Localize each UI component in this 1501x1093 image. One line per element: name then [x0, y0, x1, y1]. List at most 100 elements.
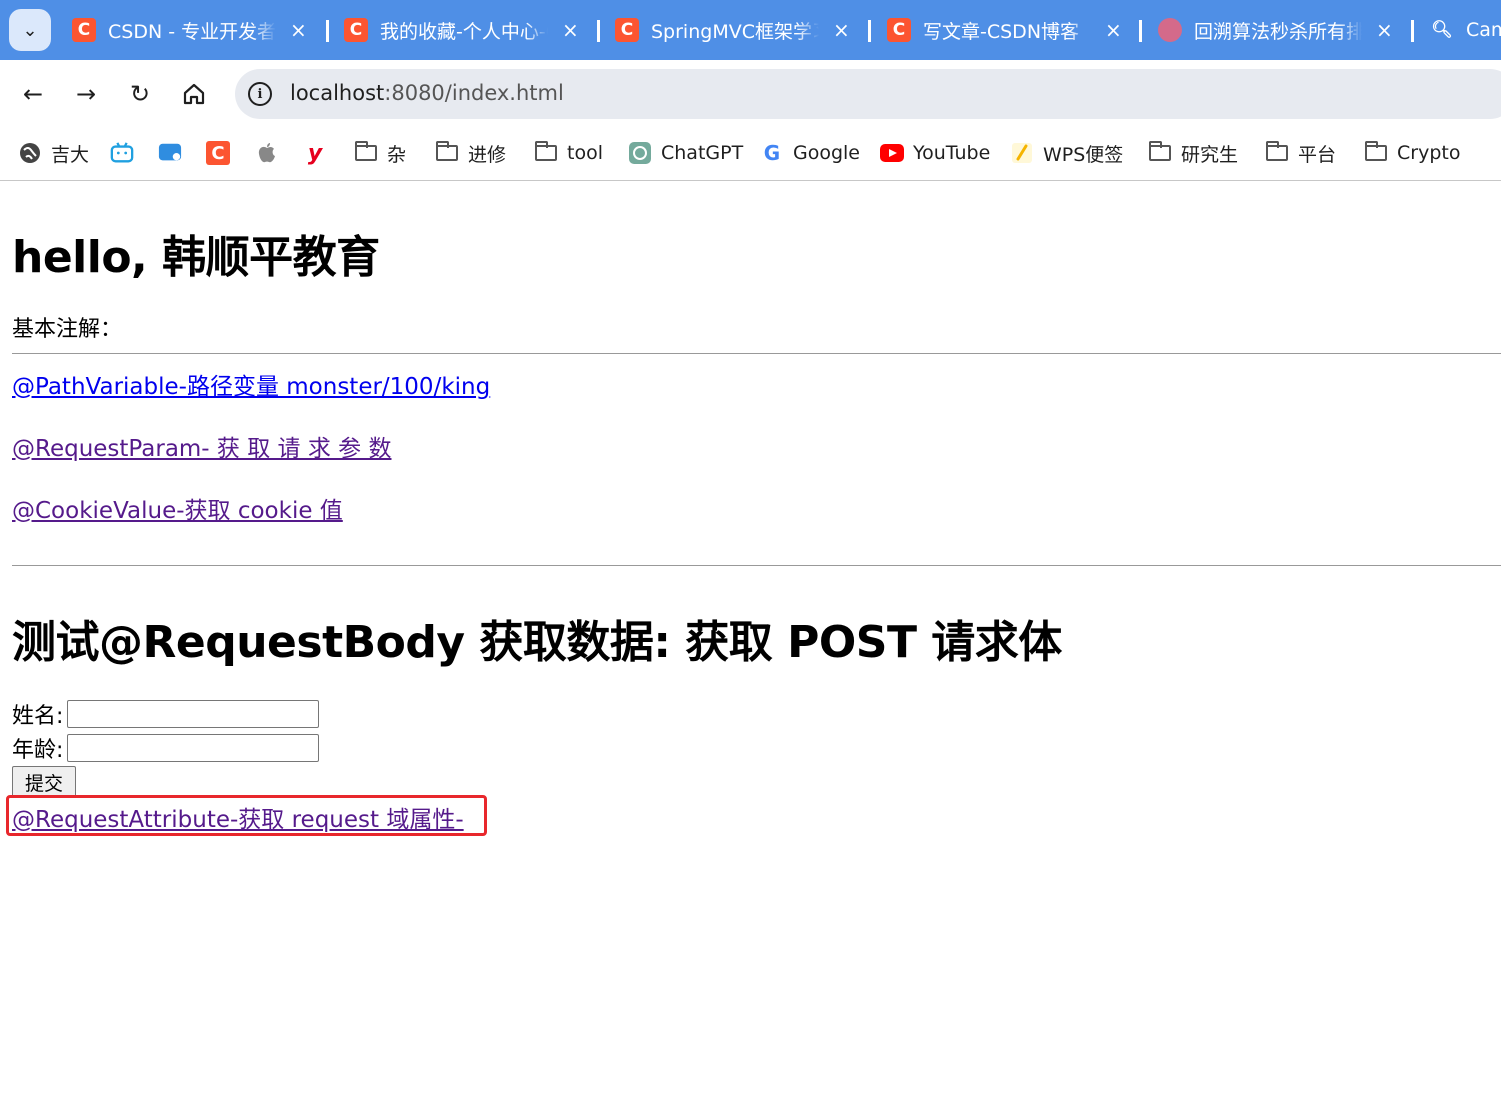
- csdn-favicon-icon: C: [615, 18, 639, 42]
- browser-toolbar: ← → ↻ i localhost:8080/index.html: [0, 60, 1501, 128]
- youtube-icon: [880, 141, 904, 165]
- tab-title: 写文章-CSDN博客: [923, 16, 1091, 44]
- chat-icon: [158, 141, 182, 165]
- close-icon[interactable]: ×: [562, 18, 579, 42]
- tab-title: 回溯算法秒杀所有排列: [1194, 16, 1362, 44]
- bookmark-chatgpt[interactable]: ChatGPT: [628, 138, 743, 168]
- section-title: 测试@RequestBody 获取数据: 获取 POST 请求体: [12, 617, 1062, 668]
- arrow-right-icon: →: [75, 80, 97, 108]
- bookmark-folder-study[interactable]: 进修: [435, 138, 506, 168]
- tab-cambly[interactable]: 🔍︎ Cambly: [1430, 10, 1501, 50]
- bookmark-google[interactable]: G Google: [760, 138, 860, 168]
- close-icon[interactable]: ×: [1105, 18, 1122, 42]
- basic-annotations-label: 基本注解：: [12, 317, 123, 342]
- link-requestparam[interactable]: @RequestParam- 获 取 请 求 参 数: [12, 429, 391, 463]
- search-icon: 🔍︎: [1431, 20, 1453, 40]
- csdn-icon: C: [206, 141, 230, 165]
- tab-search-button[interactable]: ⌄: [9, 9, 51, 51]
- folder-icon: [1265, 141, 1289, 165]
- tab-csdn[interactable]: C CSDN - 专业开发者社区 ×: [72, 10, 307, 50]
- page-title: hello, 韩顺平教育: [12, 232, 380, 283]
- close-icon[interactable]: ×: [290, 18, 307, 42]
- google-icon: G: [763, 141, 781, 165]
- folder-icon: [354, 141, 378, 165]
- url-path: :8080/index.html: [384, 81, 564, 105]
- url-host: localhost: [290, 81, 385, 105]
- bookmark-folder-tool[interactable]: tool: [534, 138, 603, 168]
- tab-title: 我的收藏-个人中心-CSDN: [380, 16, 548, 44]
- youdao-icon: y: [307, 140, 323, 166]
- bookmark-apple[interactable]: [255, 138, 288, 168]
- bilibili-icon: [110, 141, 134, 165]
- age-label: 年龄:: [12, 738, 64, 763]
- folder-icon: [534, 141, 558, 165]
- tab-backtracking[interactable]: 回溯算法秒杀所有排列 ×: [1158, 10, 1393, 50]
- forward-button[interactable]: →: [66, 74, 106, 114]
- bookmark-label: tool: [567, 142, 603, 164]
- folder-icon: [435, 141, 459, 165]
- bookmark-wps[interactable]: WPS便签: [1010, 138, 1123, 168]
- bookmark-folder-platform[interactable]: 平台: [1265, 138, 1336, 168]
- apple-icon: [255, 141, 279, 165]
- bookmark-bilibili[interactable]: [110, 138, 143, 168]
- bookmark-label: WPS便签: [1043, 143, 1124, 166]
- age-input[interactable]: [67, 734, 320, 762]
- tab-separator: [1139, 20, 1142, 42]
- tab-title: Cambly: [1466, 19, 1501, 41]
- algo-favicon-icon: [1158, 18, 1182, 42]
- chevron-down-icon: ⌄: [22, 19, 38, 41]
- tab-favorites[interactable]: C 我的收藏-个人中心-CSDN ×: [344, 10, 579, 50]
- address-bar[interactable]: i localhost:8080/index.html: [235, 69, 1501, 119]
- back-button[interactable]: ←: [13, 74, 53, 114]
- bookmark-folder-grad[interactable]: 研究生: [1148, 138, 1238, 168]
- bookmark-folder-crypto[interactable]: Crypto: [1364, 138, 1460, 168]
- bookmark-folder-misc[interactable]: 杂: [354, 138, 406, 168]
- tab-separator: [597, 20, 600, 42]
- folder-icon: [1148, 141, 1172, 165]
- bookmark-label: Crypto: [1397, 142, 1461, 164]
- tab-strip: ⌄ C CSDN - 专业开发者社区 × C 我的收藏-个人中心-CSDN × …: [0, 0, 1501, 60]
- bookmark-chat[interactable]: [158, 138, 191, 168]
- tab-write-article[interactable]: C 写文章-CSDN博客 ×: [887, 10, 1122, 50]
- chatgpt-icon: [628, 141, 652, 165]
- csdn-favicon-icon: C: [344, 18, 368, 42]
- bookmark-label: ChatGPT: [661, 142, 744, 164]
- home-icon: [183, 83, 205, 105]
- folder-icon: [1364, 141, 1388, 165]
- bookmark-label: YouTube: [913, 142, 991, 164]
- csdn-favicon-icon: C: [72, 18, 96, 42]
- address-url[interactable]: localhost:8080/index.html: [290, 81, 564, 105]
- wps-icon: [1010, 141, 1034, 165]
- csdn-favicon-icon: C: [887, 18, 911, 42]
- tab-springmvc[interactable]: C SpringMVC框架学习 ×: [615, 10, 850, 50]
- tab-separator: [326, 20, 329, 42]
- bookmarks-bar: 吉大 C y 杂 进修 tool ChatGPT G Google YouTub…: [0, 128, 1501, 181]
- highlight-box: [6, 795, 487, 836]
- arrow-left-icon: ←: [22, 80, 44, 108]
- tab-separator: [868, 20, 871, 42]
- link-pathvariable[interactable]: @PathVariable-路径变量 monster/100/king: [12, 367, 490, 401]
- bookmark-jilin[interactable]: 吉大: [18, 138, 89, 168]
- name-row: 姓名:: [12, 698, 320, 730]
- reload-button[interactable]: ↻: [120, 74, 160, 114]
- name-input[interactable]: [67, 700, 320, 728]
- close-icon[interactable]: ×: [1376, 18, 1393, 42]
- tab-title: SpringMVC框架学习: [651, 16, 819, 44]
- submit-button[interactable]: 提交: [12, 766, 76, 798]
- close-icon[interactable]: ×: [833, 18, 850, 42]
- name-label: 姓名:: [12, 704, 64, 729]
- bookmark-csdn[interactable]: C: [206, 138, 239, 168]
- bookmark-label: 进修: [468, 143, 507, 166]
- link-cookievalue[interactable]: @CookieValue-获取 cookie 值: [12, 491, 343, 525]
- home-button[interactable]: [174, 74, 214, 114]
- site-info-icon[interactable]: i: [248, 82, 272, 106]
- age-row: 年龄:: [12, 732, 320, 764]
- tab-title: CSDN - 专业开发者社区: [108, 16, 276, 44]
- globe-icon: [18, 141, 42, 165]
- divider: [12, 353, 1501, 354]
- bookmark-youdao[interactable]: y: [303, 138, 336, 168]
- tab-separator: [1411, 20, 1414, 42]
- bookmark-label: 研究生: [1181, 143, 1239, 166]
- divider: [12, 565, 1501, 566]
- bookmark-youtube[interactable]: YouTube: [880, 138, 990, 168]
